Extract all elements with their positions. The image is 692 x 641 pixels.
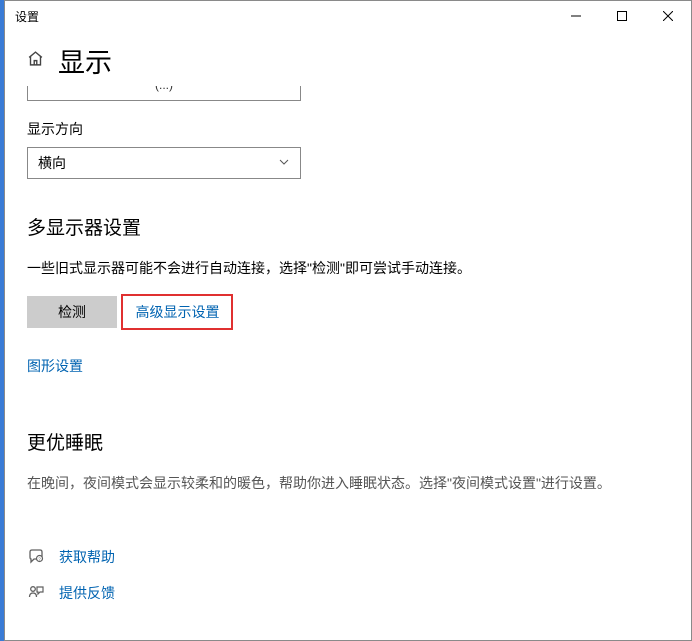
minimize-button[interactable]	[553, 1, 599, 31]
advanced-display-link[interactable]: 高级显示设置	[135, 302, 219, 322]
maximize-button[interactable]	[599, 1, 645, 31]
graphics-settings-link[interactable]: 图形设置	[27, 356, 83, 376]
window-controls	[553, 1, 691, 31]
home-icon[interactable]	[27, 50, 44, 72]
multi-display-description: 一些旧式显示器可能不会进行自动连接，选择"检测"即可尝试手动连接。	[27, 258, 669, 278]
orientation-value: 横向	[38, 153, 66, 173]
page-title: 显示	[58, 41, 112, 80]
cropped-field[interactable]: (...)	[27, 86, 301, 101]
get-help-row[interactable]: ? 获取帮助	[27, 547, 669, 567]
close-button[interactable]	[645, 1, 691, 31]
detect-button[interactable]: 检测	[27, 296, 117, 328]
advanced-display-highlight: 高级显示设置	[121, 294, 233, 330]
cropped-field-text: (...)	[28, 86, 300, 92]
feedback-icon	[27, 585, 45, 601]
feedback-link: 提供反馈	[59, 583, 115, 603]
settings-window: 设置 显示 (...) 显示方向 横向	[4, 0, 692, 641]
get-help-link: 获取帮助	[59, 547, 115, 567]
chevron-down-icon	[278, 155, 290, 171]
better-sleep-heading: 更优睡眠	[27, 428, 669, 455]
orientation-dropdown[interactable]: 横向	[27, 147, 301, 179]
multi-display-heading: 多显示器设置	[27, 213, 669, 240]
footer-links: ? 获取帮助 提供反馈	[27, 547, 669, 603]
orientation-label: 显示方向	[27, 119, 669, 139]
content-area: (...) 显示方向 横向 多显示器设置 一些旧式显示器可能不会进行自动连接，选…	[5, 86, 691, 640]
page-header: 显示	[5, 31, 691, 86]
better-sleep-section: 更优睡眠 在晚间，夜间模式会显示较柔和的暖色，帮助你进入睡眠状态。选择"夜间模式…	[27, 428, 669, 493]
feedback-row[interactable]: 提供反馈	[27, 583, 669, 603]
window-title: 设置	[15, 8, 39, 25]
chat-help-icon: ?	[27, 549, 45, 565]
titlebar: 设置	[5, 1, 691, 31]
better-sleep-description: 在晚间，夜间模式会显示较柔和的暖色，帮助你进入睡眠状态。选择"夜间模式设置"进行…	[27, 473, 669, 493]
